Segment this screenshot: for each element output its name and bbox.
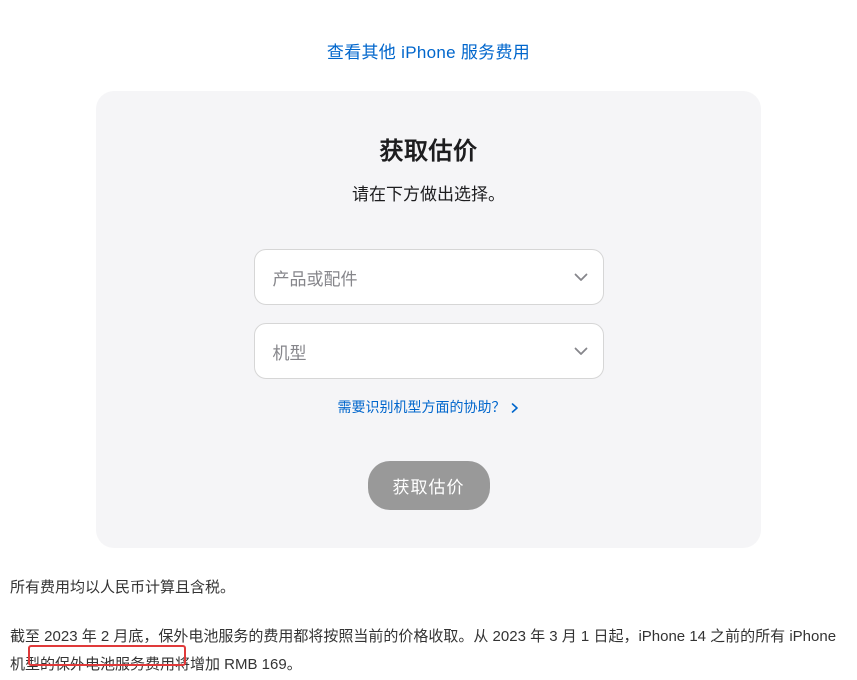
footer-note-price-change: 截至 2023 年 2 月底，保外电池服务的费用都将按照当前的价格收取。从 20… <box>10 623 847 680</box>
card-title: 获取估价 <box>136 131 721 166</box>
model-select[interactable]: 机型 <box>254 323 604 379</box>
estimate-card: 获取估价 请在下方做出选择。 产品或配件 机型 需要识别机型方面的协助？ 获取估… <box>96 91 761 548</box>
help-link-label: 需要识别机型方面的协助？ <box>338 399 506 415</box>
chevron-right-icon <box>511 400 519 416</box>
footer-note-price-change-text: 截至 2023 年 2 月底，保外电池服务的费用都将按照当前的价格收取。从 20… <box>10 628 836 674</box>
card-subtitle: 请在下方做出选择。 <box>136 180 721 205</box>
footer-block: 所有费用均以人民币计算且含税。 截至 2023 年 2 月底，保外电池服务的费用… <box>0 548 857 680</box>
get-estimate-button[interactable]: 获取估价 <box>368 461 490 510</box>
help-link-row: 需要识别机型方面的协助？ <box>136 397 721 417</box>
other-services-link[interactable]: 查看其他 iPhone 服务费用 <box>327 43 530 62</box>
footer-note-tax: 所有费用均以人民币计算且含税。 <box>10 574 847 603</box>
top-link-row: 查看其他 iPhone 服务费用 <box>0 0 857 91</box>
product-select-wrap: 产品或配件 <box>254 249 604 305</box>
model-select-placeholder: 机型 <box>273 339 307 364</box>
product-select[interactable]: 产品或配件 <box>254 249 604 305</box>
product-select-placeholder: 产品或配件 <box>273 265 358 290</box>
identify-model-help-link[interactable]: 需要识别机型方面的协助？ <box>338 399 520 415</box>
model-select-wrap: 机型 <box>254 323 604 379</box>
